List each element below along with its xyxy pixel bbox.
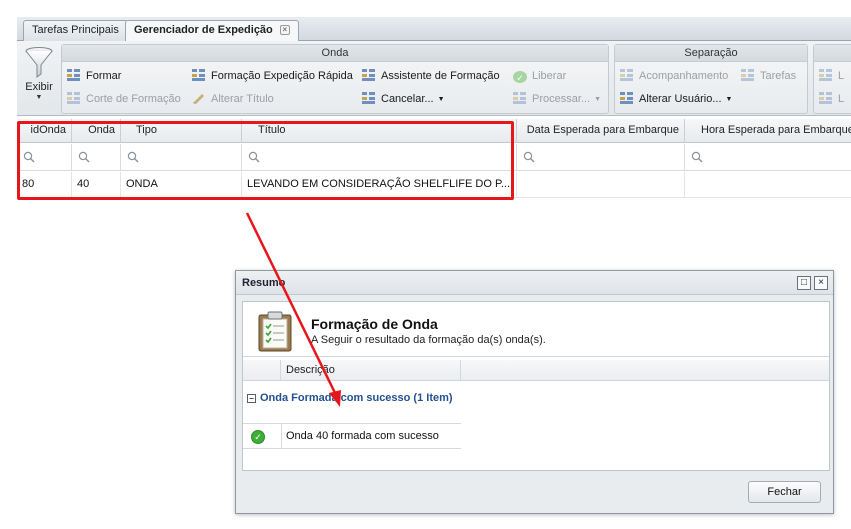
group-row-onda-formada[interactable]: − Onda Formada com sucesso (1 Item)	[247, 392, 457, 405]
grid-icon	[620, 92, 634, 104]
grid-icon	[819, 69, 833, 81]
corte-formacao-button[interactable]: Corte de Formação	[67, 91, 181, 107]
group-label: Onda Formada com sucesso (1 Item)	[260, 392, 453, 404]
truncated-button[interactable]: L	[819, 91, 844, 107]
row-divider	[281, 424, 282, 448]
tab-label: Tarefas Principais	[32, 24, 119, 36]
ribbon-group-onda: Onda Formar Corte de Formação Formação E…	[61, 44, 609, 114]
formacao-rapida-label: Formação Expedição Rápida	[211, 70, 353, 82]
formacao-rapida-button[interactable]: Formação Expedição Rápida	[192, 68, 353, 84]
processar-label: Processar...	[532, 93, 591, 105]
alterar-usuario-label: Alterar Usuário...	[639, 93, 722, 105]
grid-icon	[620, 69, 634, 81]
maximize-icon[interactable]: □	[797, 276, 811, 290]
cell-hora-embarque	[685, 172, 851, 198]
assistente-label: Assistente de Formação	[381, 70, 500, 82]
chevron-down-icon: ▼	[35, 94, 43, 101]
dialog-heading: Formação de Onda	[311, 316, 438, 332]
liberar-button[interactable]: ✓ Liberar	[513, 68, 566, 84]
truncated-button[interactable]: L	[819, 68, 844, 84]
result-text: Onda 40 formada com sucesso	[286, 430, 439, 442]
column-header-hora-embarque[interactable]: Hora Esperada para Embarque	[685, 119, 851, 143]
ribbon-group-title: Onda	[62, 45, 608, 62]
ribbon-group-title: Separação	[615, 45, 807, 62]
processar-button[interactable]: Processar... ▼	[513, 91, 601, 107]
column-header-descricao[interactable]: Descrição	[281, 360, 461, 381]
resumo-dialog: Resumo □ × Formação de Onda A Seguir o r…	[235, 270, 834, 514]
truncated-label: L	[838, 93, 845, 105]
chevron-down-icon: ▼	[437, 96, 445, 103]
corte-formacao-label: Corte de Formação	[86, 93, 181, 105]
grid-icon	[513, 92, 527, 104]
dialog-subheading: A Seguir o resultado da formação da(s) o…	[311, 334, 546, 346]
grid-icon	[67, 69, 81, 81]
tab-gerenciador-expedicao[interactable]: Gerenciador de Expedição ×	[125, 20, 299, 42]
acompanhamento-button[interactable]: Acompanhamento	[620, 68, 728, 84]
result-table-header: Descrição	[243, 360, 829, 381]
formar-button[interactable]: Formar	[67, 68, 121, 84]
column-header-data-embarque[interactable]: Data Esperada para Embarque	[517, 119, 685, 143]
ribbon-group-separacao: Separação Acompanhamento Tarefas Alterar…	[614, 44, 808, 114]
filter-cell-data-embarque[interactable]	[517, 144, 685, 171]
grid-icon	[362, 69, 376, 81]
column-header-icon	[243, 360, 281, 381]
list-item[interactable]: ✓ Onda 40 formada com sucesso	[243, 423, 461, 449]
cancelar-label: Cancelar...	[381, 93, 434, 105]
alterar-titulo-label: Alterar Título	[211, 93, 274, 105]
tarefas-button[interactable]: Tarefas	[741, 68, 796, 84]
grid-icon	[741, 69, 755, 81]
tab-tarefas-principais[interactable]: Tarefas Principais	[23, 20, 128, 41]
cell-data-embarque	[517, 172, 685, 198]
dialog-title: Resumo	[236, 271, 833, 295]
annotation-highlight-box	[17, 121, 514, 200]
search-icon	[691, 151, 703, 163]
alterar-usuario-button[interactable]: Alterar Usuário... ▼	[620, 91, 732, 107]
ribbon-group-truncated: L L	[813, 44, 851, 114]
tarefas-label: Tarefas	[760, 70, 797, 82]
dialog-body: Formação de Onda A Seguir o resultado da…	[242, 301, 830, 471]
funnel-icon	[25, 47, 53, 78]
cancelar-button[interactable]: Cancelar... ▼	[362, 91, 445, 107]
acompanhamento-label: Acompanhamento	[639, 70, 729, 82]
assistente-formacao-button[interactable]: Assistente de Formação	[362, 68, 500, 84]
chevron-down-icon: ▼	[594, 96, 602, 103]
tab-label: Gerenciador de Expedição	[134, 24, 273, 36]
close-icon[interactable]: ×	[814, 276, 828, 290]
ribbon-group-title	[814, 45, 851, 62]
success-check-icon: ✓	[251, 430, 265, 444]
grid-icon	[67, 92, 81, 104]
filter-cell-hora-embarque[interactable]	[685, 144, 851, 171]
check-circle-icon: ✓	[513, 71, 527, 83]
pencil-icon	[192, 92, 206, 104]
formar-label: Formar	[86, 70, 122, 82]
liberar-label: Liberar	[532, 70, 567, 82]
collapse-toggle-icon[interactable]: −	[247, 394, 256, 403]
grid-icon	[362, 92, 376, 104]
tab-close-icon[interactable]: ×	[279, 25, 290, 35]
search-icon	[523, 151, 535, 163]
tab-strip: Tarefas Principais Gerenciador de Expedi…	[17, 17, 851, 42]
ribbon-toolbar: Exibir ▼ Onda Formar Corte de Formação F…	[17, 41, 851, 116]
clipboard-icon	[258, 311, 292, 352]
chevron-down-icon: ▼	[725, 96, 733, 103]
fechar-button[interactable]: Fechar	[748, 481, 821, 503]
dialog-header: Formação de Onda A Seguir o resultado da…	[243, 302, 829, 357]
grid-icon	[819, 92, 833, 104]
alterar-titulo-button[interactable]: Alterar Título	[192, 91, 274, 107]
exibir-label: Exibir	[25, 81, 53, 93]
exibir-button[interactable]: Exibir ▼	[19, 44, 59, 112]
grid-icon	[192, 69, 206, 81]
truncated-label: L	[838, 70, 845, 82]
